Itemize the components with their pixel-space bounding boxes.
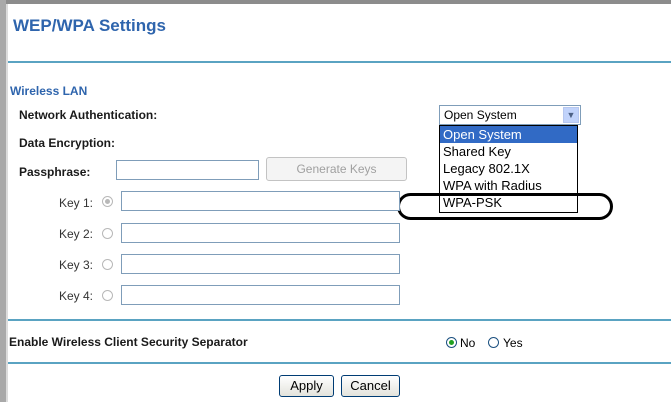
security-separator-label: Enable Wireless Client Security Separato…	[9, 335, 248, 349]
key-1-input[interactable]	[121, 191, 400, 211]
window-left-border-inner	[6, 4, 8, 402]
actions-divider	[8, 362, 671, 364]
separator-section-divider	[8, 319, 671, 321]
network-auth-select[interactable]: Open System ▼	[439, 105, 581, 125]
key-4-label: Key 4:	[59, 289, 94, 303]
network-auth-selected-value: Open System	[444, 108, 517, 122]
key-4-radio[interactable]	[102, 290, 113, 301]
passphrase-label: Passphrase:	[19, 165, 91, 179]
key-1-label: Key 1:	[59, 196, 94, 210]
auth-option-open-system[interactable]: Open System	[440, 126, 577, 143]
generate-keys-button[interactable]: Generate Keys	[266, 157, 407, 181]
wireless-lan-section-label: Wireless LAN	[10, 84, 88, 98]
apply-button[interactable]: Apply	[279, 375, 334, 397]
key-3-input[interactable]	[121, 254, 400, 274]
title-divider	[8, 61, 671, 63]
key-3-radio[interactable]	[102, 259, 113, 270]
window-top-border	[0, 0, 671, 4]
cancel-button[interactable]: Cancel	[341, 375, 400, 397]
separator-no-radio[interactable]	[446, 337, 457, 348]
key-3-label: Key 3:	[59, 258, 94, 272]
key-2-radio[interactable]	[102, 228, 113, 239]
key-1-radio[interactable]	[102, 196, 113, 207]
key-2-label: Key 2:	[59, 227, 94, 241]
auth-option-wpa-radius[interactable]: WPA with Radius	[440, 177, 577, 194]
passphrase-input[interactable]	[116, 160, 259, 180]
chevron-down-icon[interactable]: ▼	[563, 107, 579, 123]
auth-option-shared-key[interactable]: Shared Key	[440, 143, 577, 160]
auth-option-legacy-8021x[interactable]: Legacy 802.1X	[440, 160, 577, 177]
network-auth-label: Network Authentication:	[19, 108, 158, 122]
key-2-input[interactable]	[121, 223, 400, 243]
separator-no-label: No	[460, 336, 476, 350]
separator-yes-label: Yes	[503, 336, 523, 350]
page-title: WEP/WPA Settings	[13, 16, 166, 35]
wpa-psk-highlight-annotation	[397, 193, 613, 220]
key-4-input[interactable]	[121, 285, 400, 305]
data-encryption-label: Data Encryption:	[19, 136, 116, 150]
separator-yes-radio[interactable]	[488, 337, 499, 348]
